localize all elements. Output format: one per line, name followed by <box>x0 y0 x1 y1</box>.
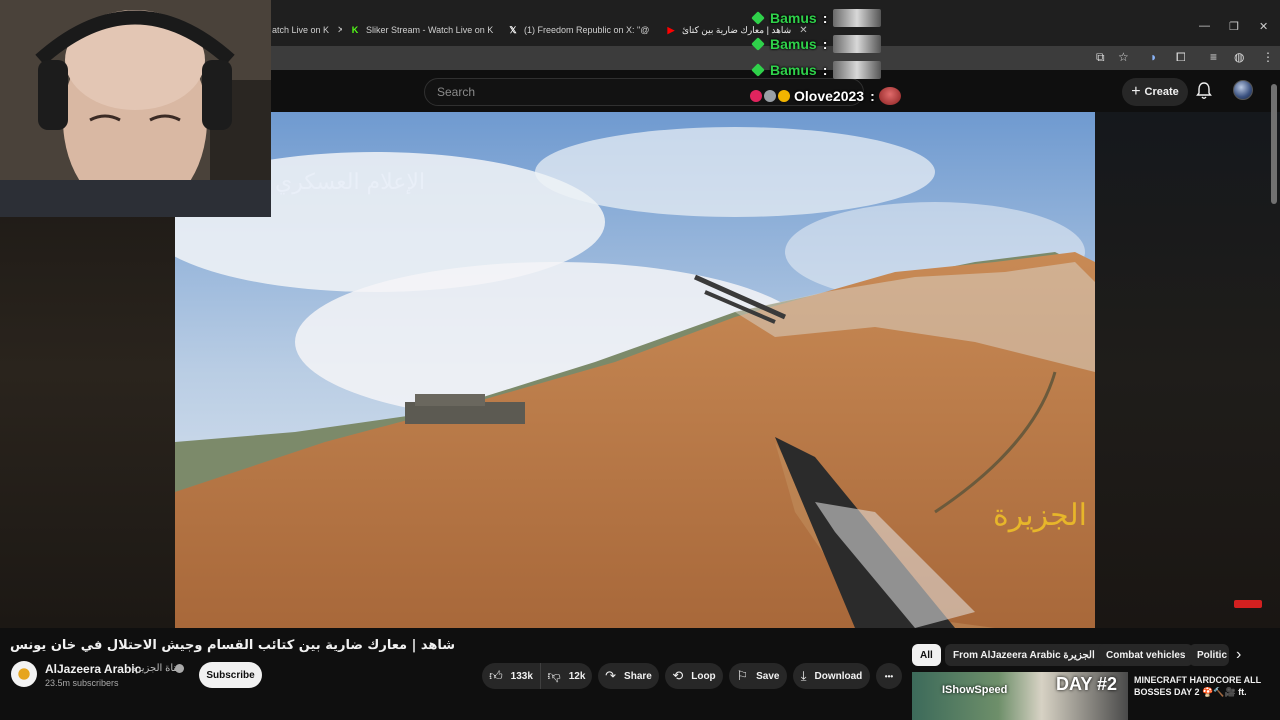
loop-icon: ⟲ <box>672 668 684 683</box>
download-label: Download <box>814 670 863 682</box>
chat-message: Bamus : <box>751 61 882 79</box>
thumbs-up-icon: 👍︎ <box>489 668 503 683</box>
gem-badge-icon <box>751 63 765 77</box>
reading-list-icon[interactable]: ≡ <box>1210 50 1217 64</box>
loop-button[interactable]: ⟲ Loop <box>665 663 723 689</box>
loop-label: Loop <box>691 670 716 682</box>
chat-separator: : <box>822 62 828 78</box>
gift-badge-icon <box>750 90 762 102</box>
video-watermark: الإعلام العسكري <box>275 170 426 195</box>
channel-name[interactable]: AlJazeera Arabic <box>45 662 141 676</box>
youtube-icon: ▶ <box>667 24 675 35</box>
dislike-count: 12k <box>568 670 586 682</box>
profile-icon[interactable]: ◍ <box>1234 50 1244 64</box>
chat-emote-icon <box>833 9 882 27</box>
download-icon: ⤓ <box>800 668 807 683</box>
kick-icon: K <box>351 25 359 35</box>
share-label: Share <box>624 670 652 682</box>
chevron-right-icon[interactable]: › <box>1236 646 1241 664</box>
save-button[interactable]: ⚐ Save <box>729 663 787 689</box>
search-placeholder: Search <box>437 85 476 99</box>
chat-username: Olove2023 <box>794 88 865 104</box>
chip-combat-vehicles[interactable]: Combat vehicles <box>1098 644 1194 666</box>
thumbnail-text: DAY #2 <box>1056 674 1118 694</box>
bookmark-icon: ⚐ <box>736 668 749 683</box>
x-icon: 𝕏 <box>509 24 517 35</box>
chat-separator: : <box>870 88 875 104</box>
webcam-overlay <box>0 0 271 217</box>
download-button[interactable]: ⤓ Download <box>793 663 870 689</box>
tab-label: atch Live on K <box>272 25 330 35</box>
browser-menu-icon[interactable]: ⋮ <box>1262 50 1274 64</box>
like-button[interactable]: 👍︎ 133k <box>482 663 540 689</box>
more-icon: ••• <box>884 671 894 681</box>
recommended-thumbnail[interactable]: IShowSpeed DAY #2 <box>912 672 1128 720</box>
aljazeera-logo: الجزيرة <box>993 498 1088 533</box>
create-label: Create <box>1144 86 1179 98</box>
chat-username: Bamus <box>770 10 817 26</box>
chat-message: Bamus : <box>751 35 882 53</box>
video-player[interactable]: الإعلام العسكري الجزيرة <box>175 112 1095 628</box>
chat-emote-icon <box>878 87 901 105</box>
notifications-bell-icon[interactable] <box>1196 82 1212 100</box>
gem-badge-icon <box>751 37 765 51</box>
verified-check-icon <box>175 664 184 673</box>
tab-kick-1[interactable]: atch Live on K ✕ <box>272 18 342 42</box>
chip-all[interactable]: All <box>912 644 941 666</box>
install-app-icon[interactable]: ⧉ <box>1096 50 1105 65</box>
create-button[interactable]: + Create <box>1122 78 1188 106</box>
screen: atch Live on K ✕ K Sliker Stream - Watch… <box>0 0 1280 720</box>
gem-badge-icon <box>751 11 765 25</box>
chip-from-channel[interactable]: From AlJazeera Arabic قناة الجزيرة <box>945 644 1122 666</box>
chip-politics[interactable]: Politic <box>1189 644 1229 666</box>
tab-label: (1) Freedom Republic on X: "@ <box>524 25 650 35</box>
chat-separator: : <box>822 10 828 26</box>
webcam-frame <box>0 0 271 217</box>
extensions-puzzle-icon[interactable]: ⧠ <box>1176 50 1186 65</box>
recommended-title[interactable]: MINECRAFT HARDCORE ALL BOSSES DAY 2 🍄🔨🎥 … <box>1134 674 1264 698</box>
like-count: 133k <box>510 670 533 682</box>
chat-username: Bamus <box>770 36 817 52</box>
minimize-icon[interactable]: — <box>1199 20 1210 32</box>
tab-close-icon[interactable]: ✕ <box>337 25 342 36</box>
chat-username: Bamus <box>770 62 817 78</box>
save-label: Save <box>756 670 780 682</box>
plus-icon: + <box>1131 83 1141 100</box>
ambient-right <box>1095 112 1280 628</box>
live-indicator <box>1234 600 1262 608</box>
channel-name-arabic[interactable]: قناة الجزيرة <box>131 663 181 674</box>
video-title: شاهد | معارك ضارية بين كتائب القسام وجيش… <box>10 638 456 653</box>
subscriber-badge-icon <box>778 90 790 102</box>
tab-freedom-republic[interactable]: 𝕏 (1) Freedom Republic on X: "@ ✕ <box>508 18 653 42</box>
more-actions-button[interactable]: ••• <box>876 663 902 689</box>
maximize-icon[interactable]: ❐ <box>1229 20 1239 33</box>
chat-message: Bamus : <box>751 9 882 27</box>
extension-audio-icon[interactable]: ◗ <box>1150 50 1157 64</box>
subscribe-button[interactable]: Subscribe <box>199 662 262 688</box>
page-scrollbar[interactable] <box>1271 84 1277 204</box>
subscriber-count: 23.5m subscribers <box>45 678 119 688</box>
share-arrow-icon: ↷ <box>605 668 617 683</box>
skull-badge-icon <box>764 90 776 102</box>
thumbnail-text: IShowSpeed <box>942 684 1008 696</box>
chat-emote-icon <box>833 61 882 79</box>
tab-sliker-stream[interactable]: K Sliker Stream - Watch Live on K ✕ <box>350 18 495 42</box>
chat-message: Olove2023 : <box>750 87 901 105</box>
account-avatar[interactable] <box>1233 80 1253 100</box>
tab-label: Sliker Stream - Watch Live on K <box>366 25 494 35</box>
thumbs-down-icon: 👎︎ <box>547 668 561 683</box>
channel-avatar[interactable] <box>11 661 37 687</box>
bookmark-star-icon[interactable]: ☆ <box>1118 50 1129 64</box>
chat-emote-icon <box>833 35 882 53</box>
dislike-button[interactable]: 👎︎ 12k <box>540 663 592 689</box>
share-button[interactable]: ↷ Share <box>598 663 659 689</box>
chat-separator: : <box>822 36 828 52</box>
close-window-icon[interactable]: ✕ <box>1259 20 1268 33</box>
